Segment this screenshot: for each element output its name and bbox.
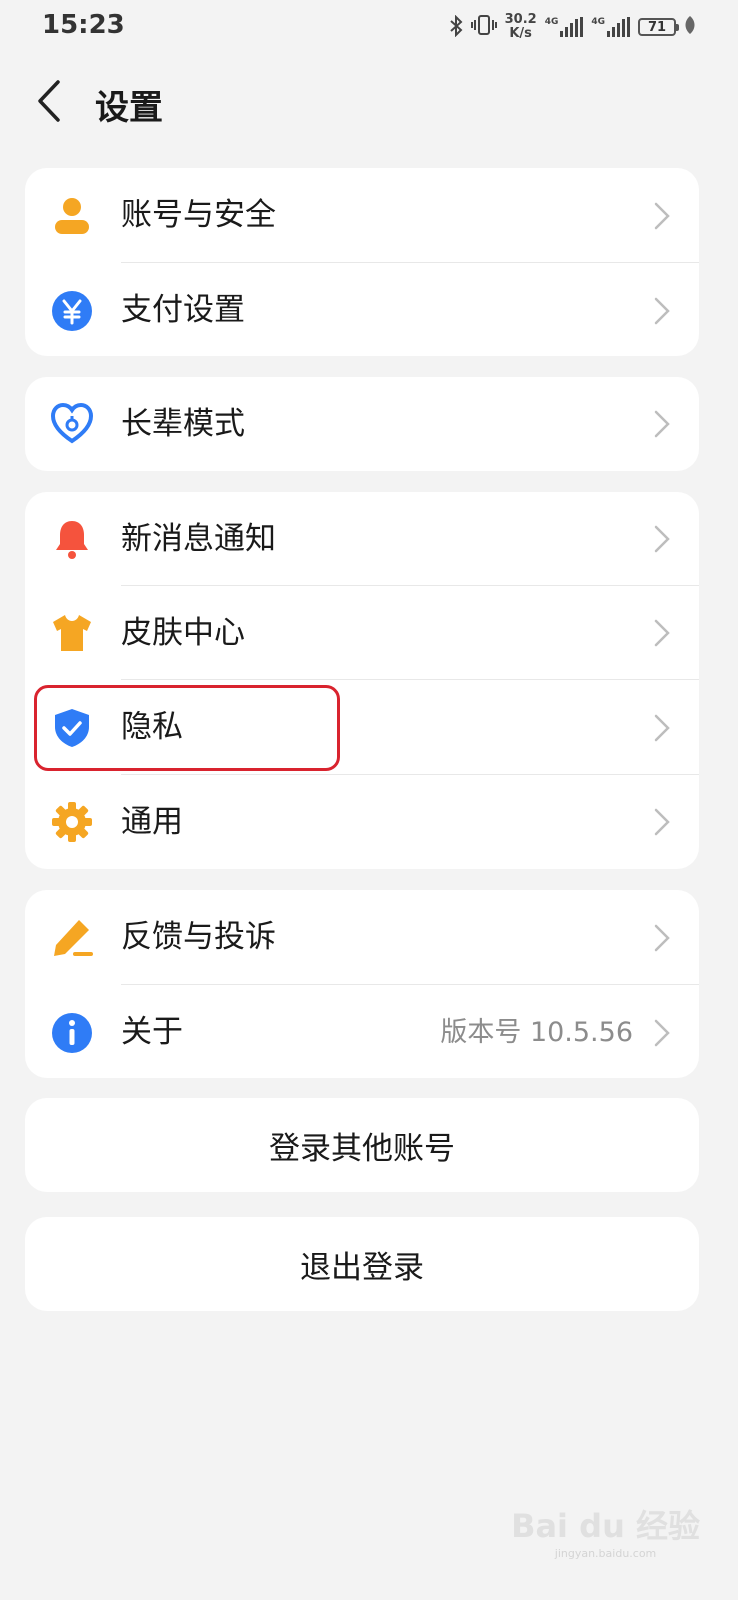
network-type-1: 4G	[544, 17, 559, 27]
vibrate-icon	[470, 14, 497, 40]
bell-icon	[56, 521, 88, 559]
settings-item-payment[interactable]: 支付设置	[25, 263, 699, 356]
chevron-right-icon	[654, 410, 670, 438]
heart-icon	[51, 403, 93, 444]
gear-icon	[52, 802, 92, 842]
tshirt-icon	[53, 615, 91, 651]
settings-item-privacy[interactable]: 隐私	[25, 680, 699, 775]
chevron-right-icon	[654, 808, 670, 836]
shield-icon	[55, 709, 89, 747]
settings-item-label: 账号与安全	[121, 197, 276, 233]
settings-item-label: 通用	[121, 804, 183, 840]
battery-level: 71	[647, 19, 667, 35]
signal-1: 4G	[545, 17, 584, 37]
person-icon	[55, 198, 89, 234]
settings-item-general[interactable]: 通用	[25, 775, 699, 869]
settings-item-label: 长辈模式	[121, 406, 245, 442]
settings-item-label: 皮肤中心	[121, 615, 245, 651]
settings-item-label: 新消息通知	[121, 521, 276, 557]
bluetooth-icon	[449, 14, 463, 40]
settings-item-feedback[interactable]: 反馈与投诉	[25, 890, 699, 985]
watermark-sub: jingyan.baidu.com	[554, 1547, 657, 1560]
signal-2: 4G	[591, 17, 630, 37]
chevron-right-icon	[654, 297, 670, 325]
network-speed-unit: K/s	[509, 26, 532, 41]
support-group: 反馈与投诉 关于 版本号 10.5.56	[25, 890, 699, 1078]
chevron-right-icon	[654, 924, 670, 952]
page-title: 设置	[95, 88, 163, 128]
chevron-right-icon	[654, 714, 670, 742]
status-icons: 30.2 K/s 4G 4G 71	[449, 10, 696, 44]
logout-button[interactable]: 退出登录	[25, 1217, 699, 1311]
settings-item-label: 关于	[121, 1014, 183, 1050]
settings-item-label: 反馈与投诉	[121, 919, 276, 955]
signal-bars-icon	[607, 17, 630, 37]
preferences-group: 新消息通知 皮肤中心 隐私 通用	[25, 492, 699, 869]
chevron-right-icon	[654, 619, 670, 647]
status-time: 15:23	[42, 10, 125, 40]
signal-bars-icon	[560, 17, 584, 37]
network-speed: 30.2 K/s	[505, 13, 537, 41]
chevron-right-icon	[654, 202, 670, 230]
settings-item-label: 隐私	[121, 709, 183, 745]
chevron-right-icon	[654, 1019, 670, 1047]
account-group: 账号与安全 支付设置	[25, 168, 699, 356]
settings-item-elder-mode[interactable]: 长辈模式	[25, 377, 699, 471]
chevron-left-icon	[38, 80, 60, 122]
settings-item-skin-center[interactable]: 皮肤中心	[25, 586, 699, 680]
pencil-icon	[54, 920, 93, 956]
info-icon	[52, 1013, 92, 1053]
status-bar: 15:23 30.2 K/s 4G 4G 71	[0, 0, 738, 52]
leaf-icon	[684, 15, 696, 39]
baidu-watermark: Bai du 经验 jingyan.baidu.com	[511, 1501, 700, 1560]
battery-icon: 71	[638, 18, 679, 36]
switch-account-button[interactable]: 登录其他账号	[25, 1098, 699, 1192]
elder-group: 长辈模式	[25, 377, 699, 471]
network-speed-value: 30.2	[504, 12, 537, 27]
settings-item-account-security[interactable]: 账号与安全	[25, 168, 699, 263]
settings-item-about[interactable]: 关于 版本号 10.5.56	[25, 985, 699, 1078]
watermark-main: Bai du 经验	[511, 1507, 700, 1545]
settings-item-notifications[interactable]: 新消息通知	[25, 492, 699, 586]
settings-item-label: 支付设置	[121, 292, 245, 328]
version-number: 版本号 10.5.56	[440, 1017, 633, 1048]
network-type-2: 4G	[591, 17, 605, 27]
chevron-right-icon	[654, 525, 670, 553]
back-button[interactable]	[28, 76, 74, 126]
yen-icon	[52, 291, 92, 331]
